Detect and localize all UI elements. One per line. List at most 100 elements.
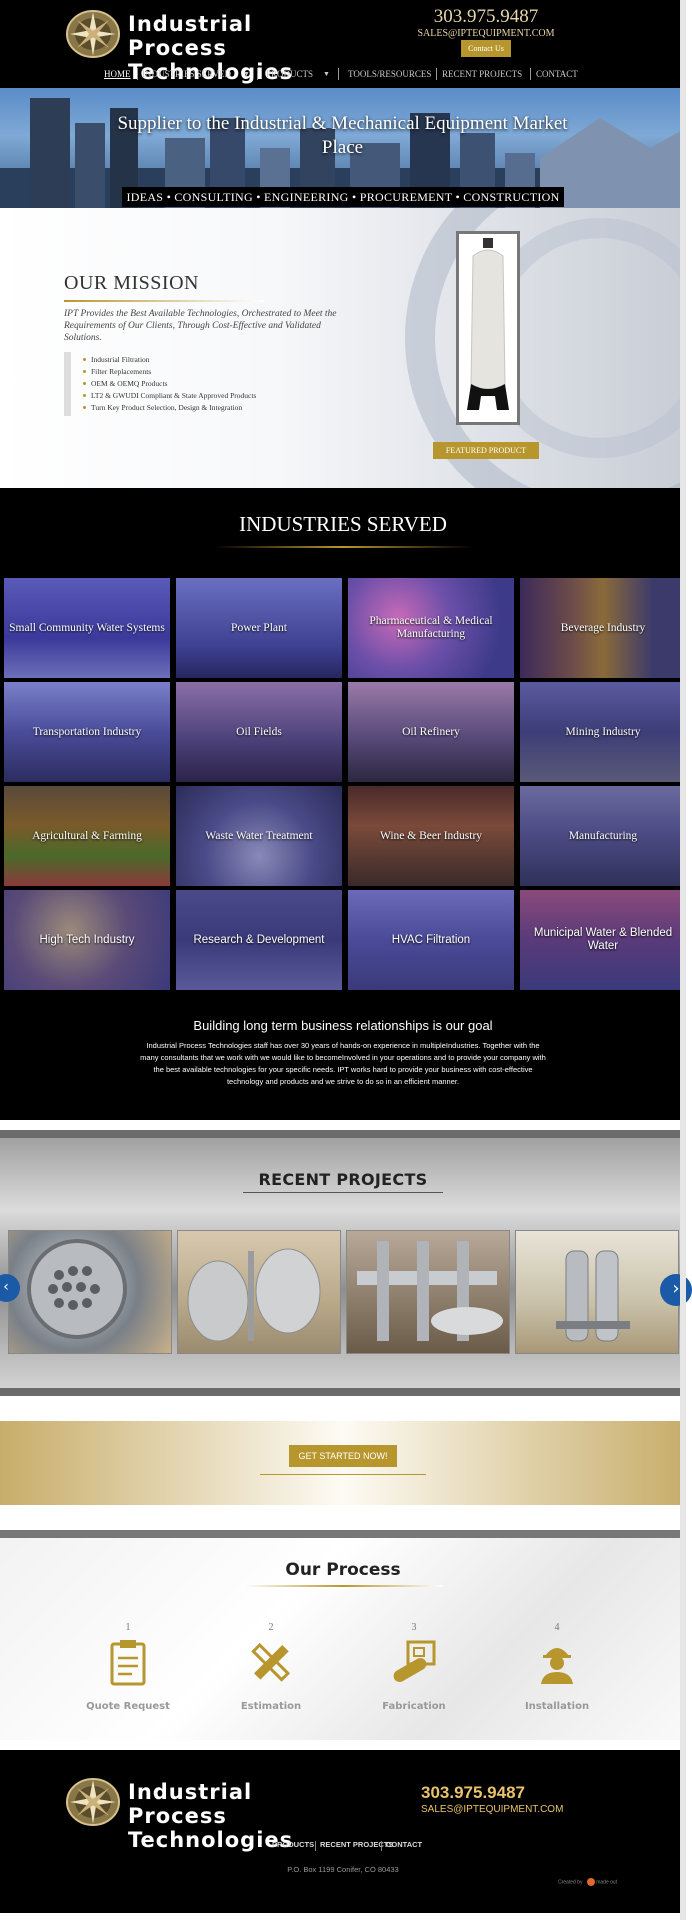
industry-tile[interactable]: Manufacturing: [520, 786, 686, 886]
nav-industries-served[interactable]: INDUSTRIES SERVED: [142, 67, 231, 81]
industry-tile-label: Beverage Industry: [560, 621, 646, 634]
header-phone[interactable]: 303.975.9487: [415, 6, 557, 28]
hero-title: Supplier to the Industrial & Mechanical …: [117, 113, 568, 158]
industry-tile[interactable]: Transportation Industry: [4, 682, 170, 782]
relationship-title: Building long term business relationship…: [193, 1018, 493, 1033]
section-divider: [0, 1388, 686, 1396]
step-number: 4: [554, 1622, 560, 1633]
industry-tile[interactable]: Mining Industry: [520, 682, 686, 782]
industry-tile[interactable]: Municipal Water & Blended Water: [520, 890, 686, 990]
process-title: Our Process: [285, 1560, 401, 1580]
footer-email[interactable]: SALES@IPTEQUIPMENT.COM: [421, 1804, 563, 1815]
industry-tile[interactable]: Oil Refinery: [348, 682, 514, 782]
industry-tile[interactable]: High Tech Industry: [4, 890, 170, 990]
nav-recent-projects[interactable]: RECENT PROJECTS: [442, 67, 522, 81]
relationship-text: Industrial Process Technologies staff ha…: [140, 1041, 546, 1086]
process-section: Our Process 1 Quote Request 2 Estimation…: [0, 1530, 686, 1740]
mission-list: Industrial Filtration Filter Replacement…: [64, 352, 294, 416]
industry-tile-label: Manufacturing: [568, 829, 638, 842]
list-item: OEM & OEMQ Products: [83, 378, 294, 390]
process-step-fabrication: 3 Fabrication: [349, 1622, 479, 1722]
project-photo[interactable]: [177, 1230, 341, 1354]
pressure-vessels-image: [187, 1248, 321, 1342]
nav-divider: [530, 68, 531, 80]
list-item: LT2 & GWUDI Compliant & State Approved P…: [83, 390, 294, 402]
featured-product-image[interactable]: [456, 231, 520, 425]
footer-logo[interactable]: Industrial Process Technologies: [64, 1776, 344, 1852]
industry-tile[interactable]: Power Plant: [176, 578, 342, 678]
main-nav: HOME INDUSTRIES SERVED ▼ PRODUCTS ▼ TOOL…: [100, 67, 590, 81]
footer-nav-contact[interactable]: CONTACT: [386, 1840, 422, 1849]
logo-line1: Industrial Process: [128, 1780, 253, 1828]
logo-line1: Industrial Process: [128, 12, 253, 60]
mission-section: OUR MISSION IPT Provides the Best Availa…: [0, 208, 686, 488]
filter-housings-image: [556, 1250, 630, 1342]
industry-tile[interactable]: Agricultural & Farming: [4, 786, 170, 886]
industry-tile[interactable]: Research & Development: [176, 890, 342, 990]
section-divider: [0, 1130, 686, 1138]
footer-nav-products[interactable]: PRODUCTS: [272, 1840, 314, 1849]
footer-phone[interactable]: 303.975.9487: [421, 1783, 525, 1803]
step-number: 2: [268, 1622, 274, 1633]
industry-tile-label: High Tech Industry: [39, 933, 135, 946]
industry-tile[interactable]: HVAC Filtration: [348, 890, 514, 990]
background-image: [405, 208, 686, 488]
industry-tile[interactable]: Waste Water Treatment: [176, 786, 342, 886]
mission-divider: [64, 300, 264, 302]
compass-logo-icon: [66, 1778, 120, 1826]
step-label: Quote Request: [86, 1701, 170, 1712]
piping-manifold-image: [357, 1241, 503, 1341]
industry-tile-label: Waste Water Treatment: [205, 829, 313, 842]
mission-title: OUR MISSION: [64, 272, 199, 294]
step-label: Estimation: [240, 1701, 302, 1712]
header-email[interactable]: SALES@IPTEQUIPMENT.COM: [415, 28, 557, 39]
nav-tools-resources[interactable]: TOOLS/RESOURCES: [348, 67, 431, 81]
industry-tile[interactable]: Pharmaceutical & Medical Manufacturing: [348, 578, 514, 678]
made-out-logo-icon: [586, 1878, 595, 1886]
nav-products[interactable]: PRODUCTS: [266, 67, 313, 81]
nav-contact[interactable]: CONTACT: [536, 67, 578, 81]
footer-credit[interactable]: Created by made out: [558, 1878, 638, 1892]
nav-products-dropdown-icon[interactable]: ▼: [323, 67, 330, 81]
get-started-button[interactable]: GET STARTED NOW!: [289, 1445, 397, 1467]
nav-divider: [338, 68, 339, 80]
worker-icon: [541, 1648, 573, 1684]
project-photo[interactable]: [515, 1230, 679, 1354]
nav-divider: [436, 68, 437, 80]
industry-tile[interactable]: Small Community Water Systems: [4, 578, 170, 678]
nav-industries-dropdown-icon[interactable]: ▼: [243, 67, 250, 81]
credit-brand: made out: [596, 1879, 618, 1886]
site-footer: Industrial Process Technologies 303.975.…: [0, 1750, 686, 1913]
featured-product-button[interactable]: FEATURED PRODUCT: [433, 442, 539, 459]
page-edge: [680, 0, 686, 1920]
industry-tile-label: Small Community Water Systems: [9, 621, 165, 634]
clipboard-icon: [110, 1640, 146, 1686]
recent-projects-divider: [243, 1192, 443, 1193]
heat-exchanger-image: [27, 1239, 127, 1339]
industry-tile-label: Power Plant: [231, 621, 287, 634]
footer-nav-recent-projects[interactable]: RECENT PROJECTS: [320, 1840, 393, 1849]
recent-projects-title: RECENT PROJECTS: [258, 1170, 428, 1189]
compass-logo-icon: [66, 10, 120, 58]
contact-us-button[interactable]: Contact Us: [461, 40, 511, 57]
industry-tile[interactable]: Beverage Industry: [520, 578, 686, 678]
nav-divider: [137, 68, 138, 80]
industry-tile-label: Agricultural & Farming: [32, 829, 142, 842]
industries-header: INDUSTRIES SERVED: [0, 488, 686, 576]
process-step-quote-request: 1 Quote Request: [63, 1622, 193, 1722]
industry-tile[interactable]: Wine & Beer Industry: [348, 786, 514, 886]
industry-tile-label: Research & Development: [193, 933, 325, 946]
project-photo[interactable]: [346, 1230, 510, 1354]
industry-tile[interactable]: Oil Fields: [176, 682, 342, 782]
carousel-next-icon[interactable]: ›: [660, 1274, 692, 1306]
process-divider: [243, 1585, 443, 1587]
process-step-installation: 4 Installation: [492, 1622, 622, 1722]
hero-tagline: IDEAS • CONSULTING • ENGINEERING • PROCU…: [122, 187, 564, 207]
mission-text: IPT Provides the Best Available Technolo…: [64, 309, 337, 343]
ruler-pencil-icon: [251, 1642, 291, 1682]
nav-divider: [257, 68, 258, 80]
site-logo[interactable]: Industrial Process Technologies: [64, 8, 344, 84]
step-label: Installation: [524, 1701, 590, 1712]
project-photo[interactable]: [8, 1230, 172, 1354]
nav-home[interactable]: HOME: [104, 67, 131, 81]
